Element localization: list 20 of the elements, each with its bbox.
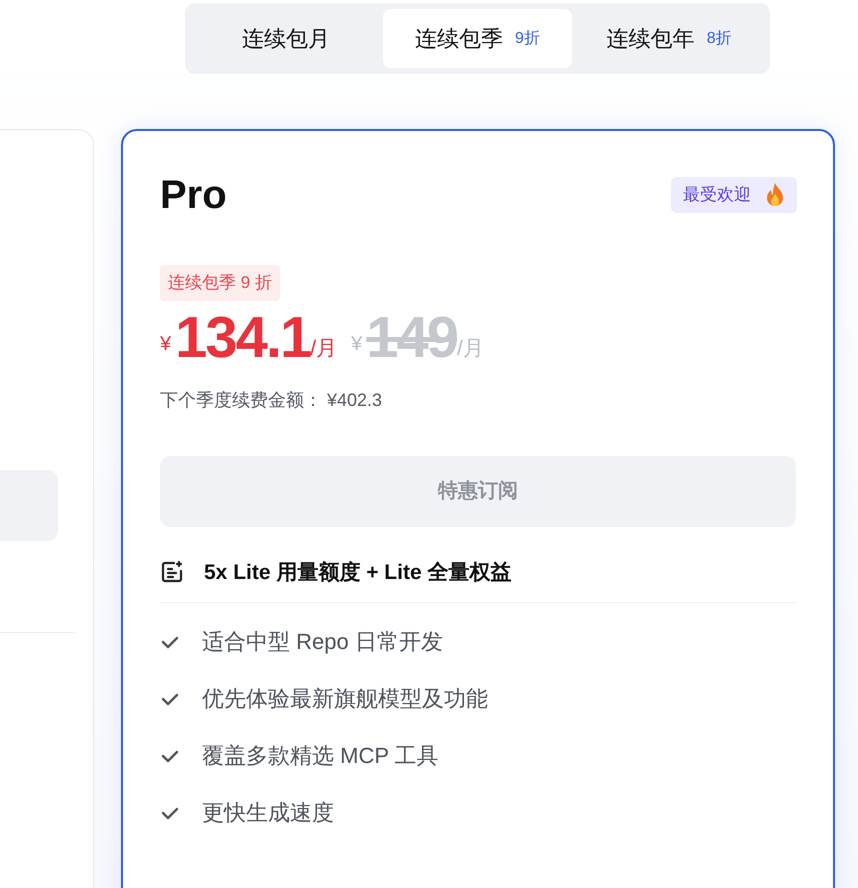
list-icon: [160, 560, 184, 584]
plan-tab[interactable]: 连续包月: [191, 9, 381, 68]
discount-tag: 连续包季 9 折: [160, 265, 280, 300]
feature-headline: 5x Lite 用量额度 + Lite 全量权益: [204, 560, 512, 586]
price-unit: /月: [310, 337, 338, 362]
currency-symbol: ¥: [160, 332, 172, 356]
price: 134.1: [175, 308, 310, 366]
plan-tab[interactable]: 连续包年 8折: [574, 9, 764, 68]
renewal-text: 下个季度续费金额： ¥402.3: [160, 388, 384, 412]
price-unit: /月: [457, 336, 484, 362]
plan-title: Pro: [160, 175, 227, 215]
badge-text: 最受欢迎: [683, 184, 751, 206]
feature-text: 更快生成速度: [202, 799, 334, 827]
currency-symbol: ¥: [351, 332, 362, 356]
feature-text: 适合中型 Repo 日常开发: [202, 628, 443, 656]
flame-icon: [765, 182, 785, 208]
feature-text: 优先体验最新旗舰模型及功能: [202, 685, 488, 713]
original-price: 149: [366, 308, 458, 366]
feature-text: 覆盖多款精选 MCP 工具: [202, 742, 439, 770]
plan-tab[interactable]: 连续包季 9折: [382, 9, 572, 68]
